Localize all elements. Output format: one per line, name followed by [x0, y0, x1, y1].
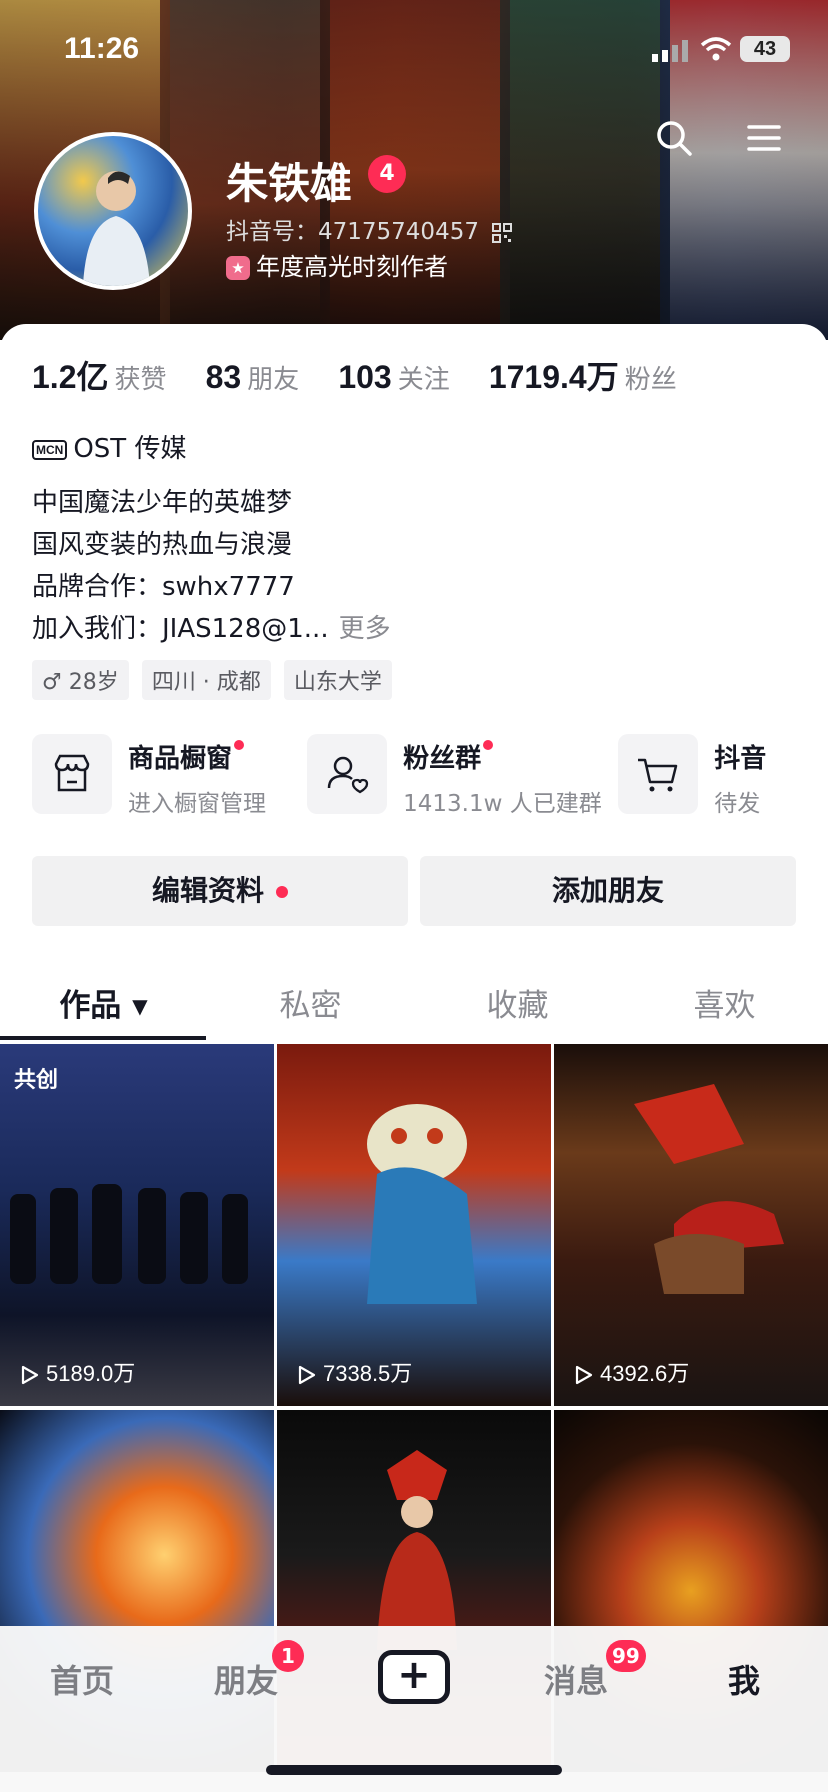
- edit-profile-label: 编辑资料: [151, 874, 264, 907]
- wifi-icon: [700, 37, 732, 61]
- stat-likes-label: 获赞: [114, 365, 167, 395]
- play-icon: [575, 1366, 593, 1385]
- award-label[interactable]: ★ 年度高光时刻作者: [226, 247, 448, 282]
- content-tabs: 作品 ▾ 私密 收藏 喜欢: [0, 960, 828, 1040]
- mcn-name: OST 传媒: [73, 434, 187, 464]
- douyin-id[interactable]: 抖音号：47175740457: [226, 212, 513, 246]
- view-count-text: 5189.0万: [46, 1361, 136, 1386]
- service-fan-title-text: 粉丝群: [403, 744, 482, 774]
- stat-followers-label: 粉丝: [624, 365, 677, 395]
- star-badge-icon: ★: [226, 256, 250, 280]
- service-shop-title-text: 商品橱窗: [128, 744, 233, 774]
- shop-icon: [32, 734, 112, 814]
- level-badge[interactable]: 4: [368, 155, 406, 193]
- play-icon: [298, 1366, 316, 1385]
- view-count: 4392.6万: [572, 1356, 689, 1388]
- mcn-agency[interactable]: MCN OST 传媒: [32, 428, 186, 465]
- stat-friends-value: 83: [205, 359, 242, 395]
- service-fan-group[interactable]: 粉丝群 1413.1w 人已建群: [307, 732, 617, 817]
- signal-icon: [652, 40, 688, 62]
- stat-friends-label: 朋友: [247, 365, 300, 395]
- service-douyin-sub: 待发: [714, 791, 761, 817]
- view-count-text: 4392.6万: [600, 1361, 690, 1386]
- stats-row: 1.2亿 获赞 83 朋友 103 关注 1719.4万 粉丝: [32, 352, 711, 398]
- qr-code-icon[interactable]: [492, 222, 513, 243]
- stat-following-label: 关注: [397, 365, 450, 395]
- view-count: 5189.0万: [18, 1356, 135, 1388]
- view-count: 7338.5万: [295, 1356, 412, 1388]
- stat-following-value: 103: [338, 359, 392, 395]
- service-shop-title: 商品橱窗: [128, 738, 245, 775]
- tab-likes[interactable]: 喜欢: [621, 980, 828, 1025]
- tab-works[interactable]: 作品 ▾: [0, 980, 207, 1025]
- service-douyin-title: 抖音: [714, 744, 767, 774]
- service-douyin-order[interactable]: 抖音 待发: [618, 732, 828, 817]
- status-bar: 11:26 43: [0, 0, 828, 100]
- red-dot: [234, 740, 245, 750]
- cart-icon: [618, 734, 699, 814]
- stat-followers[interactable]: 1719.4万 粉丝: [489, 352, 677, 398]
- video-thumbnail[interactable]: 7338.5万: [277, 1044, 551, 1406]
- video-thumbnail[interactable]: 共创 5189.0万: [0, 1044, 274, 1406]
- nav-home[interactable]: 首页: [50, 1656, 114, 1702]
- home-indicator: [266, 1765, 562, 1775]
- bio-more-link[interactable]: 更多: [339, 614, 391, 644]
- bio-line-1: 中国魔法少年的英雄梦: [32, 488, 293, 518]
- douyin-id-text: 抖音号：47175740457: [226, 219, 479, 245]
- co-create-tag: 共创: [14, 1068, 59, 1093]
- profile-chips: ♂ 28岁 四川 · 成都 山东大学: [32, 660, 400, 700]
- view-count-text: 7338.5万: [323, 1361, 413, 1386]
- nav-friends[interactable]: 朋友: [214, 1656, 278, 1702]
- battery-indicator: 43: [740, 36, 790, 62]
- stat-followers-value: 1719.4万: [488, 359, 619, 395]
- nav-me[interactable]: 我: [728, 1656, 760, 1702]
- stat-friends[interactable]: 83 朋友: [206, 359, 300, 396]
- nav-messages[interactable]: 消息: [544, 1656, 608, 1702]
- red-dot: [483, 740, 494, 750]
- stat-likes-value: 1.2亿: [32, 359, 109, 395]
- services-row: 商品橱窗 进入橱窗管理 粉丝群 1413.1w 人已建群 抖音 待发: [32, 732, 828, 822]
- award-text: 年度高光时刻作者: [256, 253, 448, 281]
- mcn-icon: MCN: [32, 439, 68, 460]
- thumbnail-opera-warrior: [377, 1450, 457, 1650]
- menu-icon[interactable]: [746, 120, 782, 156]
- avatar-person-icon: [83, 171, 150, 286]
- add-friend-button[interactable]: 添加朋友: [420, 856, 796, 926]
- chip-gender-age: ♂ 28岁: [32, 660, 129, 700]
- search-icon[interactable]: [654, 118, 694, 158]
- video-thumbnail[interactable]: 4392.6万: [554, 1044, 828, 1406]
- tab-favorites[interactable]: 收藏: [414, 980, 621, 1025]
- create-button[interactable]: +: [378, 1650, 450, 1704]
- service-shop-window[interactable]: 商品橱窗 进入橱窗管理: [32, 732, 342, 817]
- stat-following[interactable]: 103 关注: [338, 359, 449, 396]
- avatar[interactable]: [34, 132, 192, 290]
- thumbnail-figures: [10, 1184, 248, 1284]
- play-icon: [21, 1366, 39, 1385]
- edit-profile-button[interactable]: 编辑资料: [32, 856, 408, 926]
- thumbnail-horse-rider: [634, 1084, 784, 1294]
- red-dot: [276, 886, 288, 898]
- messages-badge: 99: [606, 1640, 646, 1672]
- status-time: 11:26: [64, 32, 140, 65]
- thumbnail-lion-dance: [367, 1104, 477, 1304]
- tab-indicator: [0, 1036, 206, 1040]
- tab-private[interactable]: 私密: [207, 980, 414, 1025]
- bio-line-2: 国风变装的热血与浪漫: [32, 530, 293, 560]
- bio-line-4: 加入我们：JIAS128@1... 更多: [32, 608, 391, 645]
- service-fan-title: 粉丝群: [403, 738, 494, 775]
- service-fan-sub: 1413.1w 人已建群: [403, 791, 602, 817]
- chip-location: 四川 · 成都: [141, 660, 271, 700]
- bio-line-3: 品牌合作：swhx7777: [32, 572, 295, 602]
- bio-line-4-text: 加入我们：JIAS128@1...: [32, 614, 329, 644]
- fan-group-icon: [307, 734, 388, 814]
- chip-school: 山东大学: [283, 660, 392, 700]
- friends-badge: 1: [272, 1640, 304, 1672]
- stat-likes[interactable]: 1.2亿 获赞: [32, 352, 167, 398]
- service-shop-sub: 进入橱窗管理: [128, 791, 266, 817]
- profile-name: 朱铁雄: [226, 159, 353, 208]
